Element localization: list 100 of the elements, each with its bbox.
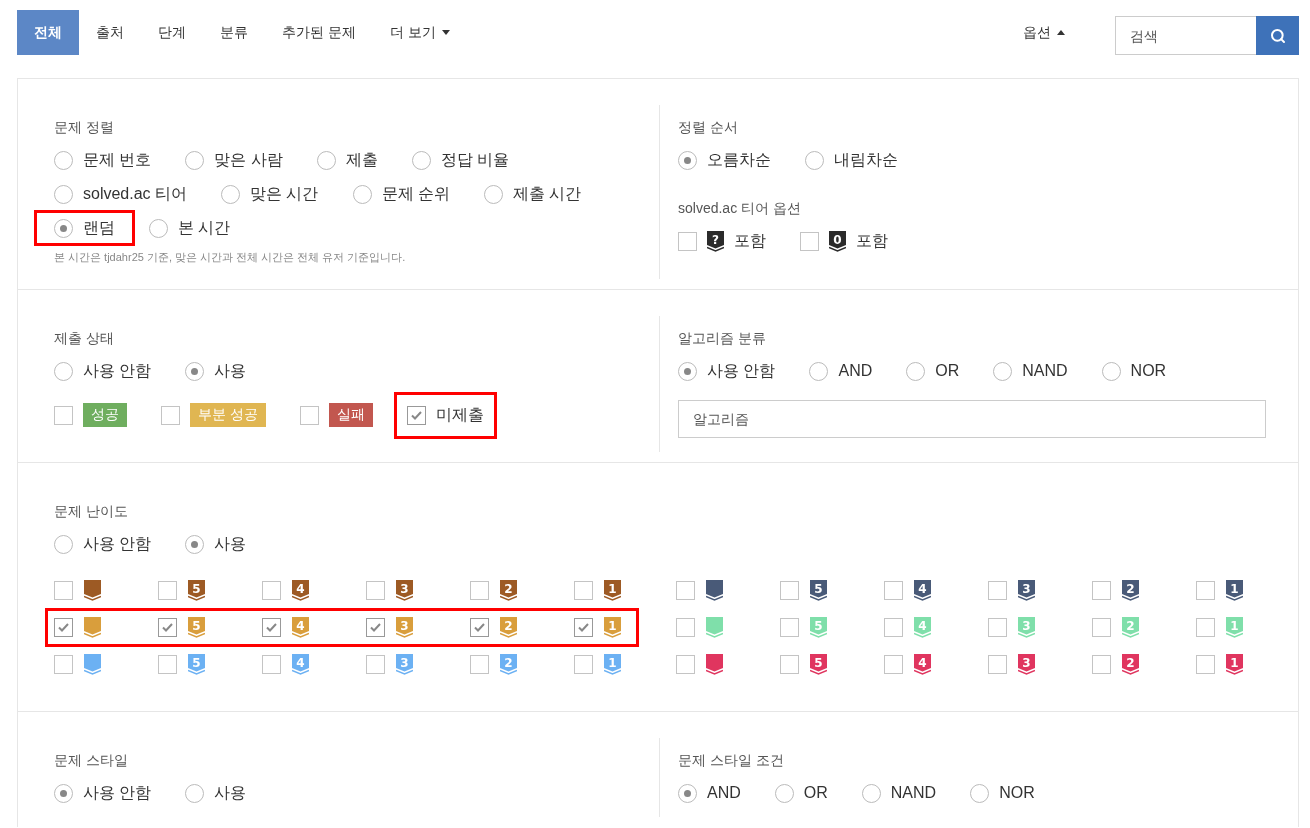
tier-icon: 3 (1018, 654, 1035, 675)
radio-option[interactable]: 제출 시간 (483, 184, 582, 204)
nav-tab[interactable]: 추가된 문제 (265, 10, 373, 55)
radio-option[interactable]: 문제 번호 (54, 150, 152, 170)
tier-icon: 5 (810, 617, 827, 638)
tier-icon: 4 (914, 654, 931, 675)
radio-option[interactable]: 맞은 시간 (221, 184, 319, 204)
radio-option[interactable]: 문제 순위 (352, 184, 450, 204)
checkbox[interactable] (470, 581, 489, 600)
checkbox[interactable] (780, 618, 799, 637)
radio-option[interactable]: 오름차순 (678, 150, 771, 170)
radio-option[interactable]: 본 시간 (149, 218, 231, 238)
nav-tab[interactable]: 분류 (203, 10, 265, 55)
radio-option[interactable]: 사용 (185, 361, 247, 381)
checkbox[interactable] (1196, 581, 1215, 600)
checkbox[interactable] (158, 581, 177, 600)
checkbox[interactable] (262, 581, 281, 600)
checkbox[interactable] (676, 618, 695, 637)
checkbox[interactable] (678, 232, 697, 251)
radio-option[interactable]: NAND (993, 361, 1068, 381)
radio-option[interactable]: 내림차순 (805, 150, 898, 170)
checkbox[interactable] (780, 581, 799, 600)
checkbox[interactable] (884, 581, 903, 600)
tier-icon: 3 (396, 654, 413, 675)
section-title: 알고리즘 분류 (678, 330, 767, 348)
radio-option[interactable]: AND (809, 361, 873, 381)
radio-option[interactable]: OR (906, 361, 960, 381)
section-title: 문제 난이도 (54, 503, 129, 521)
radio-option[interactable]: 맞은 사람 (185, 150, 283, 170)
checkbox[interactable] (780, 655, 799, 674)
tier-icon: 5 (188, 654, 205, 675)
radio-option[interactable]: 사용 안함 (54, 361, 152, 381)
checkbox[interactable] (1196, 618, 1215, 637)
checkbox[interactable] (54, 405, 73, 425)
tier-icon: 1 (604, 617, 621, 638)
checkbox[interactable] (54, 655, 73, 674)
radio-option[interactable]: 사용 안함 (54, 534, 152, 554)
checkbox[interactable] (54, 618, 73, 637)
radio-option[interactable]: 제출 (316, 150, 378, 170)
radio-option[interactable]: OR (774, 783, 828, 803)
radio-option[interactable]: AND (678, 783, 741, 803)
checkbox[interactable] (406, 405, 426, 425)
tier-icon: 2 (500, 654, 517, 675)
nav-tab[interactable]: 더 보기 (372, 10, 467, 55)
checkbox[interactable] (1092, 581, 1111, 600)
tier-icon: 2 (1122, 580, 1139, 601)
radio-option[interactable]: 랜덤 (54, 218, 115, 238)
check-icon (410, 410, 422, 420)
checkbox[interactable] (366, 581, 385, 600)
checkbox[interactable] (574, 655, 593, 674)
checkbox[interactable] (366, 655, 385, 674)
check-icon (474, 623, 485, 632)
radio-option[interactable]: NOR (1101, 361, 1167, 381)
checkbox[interactable] (366, 618, 385, 637)
checkbox[interactable] (158, 618, 177, 637)
tier-icon: 3 (1018, 617, 1035, 638)
checkbox[interactable] (158, 655, 177, 674)
radio-option[interactable]: 사용 (185, 783, 247, 803)
checkbox[interactable] (800, 232, 819, 251)
nav-tab[interactable]: 출처 (79, 10, 141, 55)
radio-option[interactable]: solved.ac 티어 (54, 184, 188, 204)
radio-option[interactable]: 사용 안함 (54, 783, 152, 803)
radio-option[interactable]: NAND (861, 783, 937, 803)
checkbox[interactable] (676, 581, 695, 600)
checkbox[interactable] (161, 405, 180, 425)
algorithm-field[interactable]: 알고리즘 (678, 400, 1266, 438)
section-title: 정렬 순서 (678, 119, 739, 137)
radio-option[interactable]: NOR (970, 783, 1035, 803)
checkbox[interactable] (299, 405, 319, 425)
radio-option[interactable]: 사용 (185, 534, 247, 554)
check-icon (162, 623, 173, 632)
search-button[interactable] (1256, 16, 1299, 55)
checkbox[interactable] (1092, 618, 1111, 637)
checkbox[interactable] (988, 618, 1007, 637)
search-field[interactable]: 검색 (1115, 16, 1256, 55)
checkbox[interactable] (574, 581, 593, 600)
checkbox[interactable] (988, 581, 1007, 600)
tier-icon: ? (707, 231, 724, 252)
checkbox[interactable] (470, 618, 489, 637)
tier-icon: 3 (1018, 580, 1035, 601)
checkbox[interactable] (470, 655, 489, 674)
options-toggle[interactable]: 옵션 (1023, 23, 1065, 42)
nav-tab[interactable]: 단계 (141, 10, 203, 55)
checkbox[interactable] (262, 618, 281, 637)
check-icon (266, 623, 277, 632)
checkbox[interactable] (262, 655, 281, 674)
checkbox[interactable] (54, 581, 73, 600)
checkbox[interactable] (884, 655, 903, 674)
radio-option[interactable]: 정답 비율 (411, 150, 510, 170)
checkbox[interactable] (574, 618, 593, 637)
checkbox[interactable] (1092, 655, 1111, 674)
tier-icon: 2 (500, 617, 517, 638)
nav-tab[interactable]: 전체 (17, 10, 79, 55)
checkbox[interactable] (1196, 655, 1215, 674)
checkbox[interactable] (988, 655, 1007, 674)
radio-option[interactable]: 사용 안함 (678, 361, 776, 381)
checkbox[interactable] (676, 655, 695, 674)
tier-icon (84, 654, 101, 675)
status-label: 미제출 (435, 404, 484, 425)
checkbox[interactable] (884, 618, 903, 637)
